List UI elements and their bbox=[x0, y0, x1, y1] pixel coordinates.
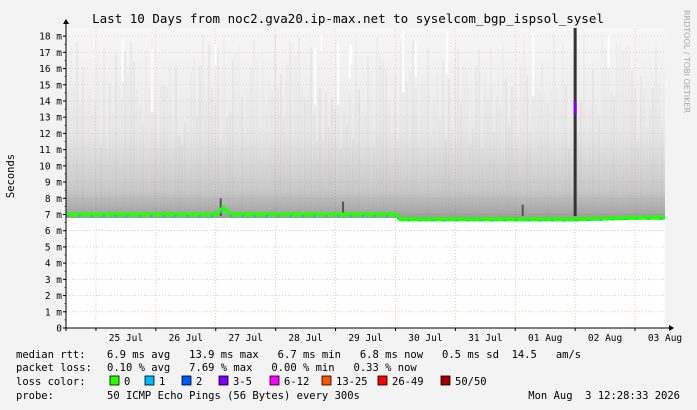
y-tick-label: 2 m bbox=[45, 291, 62, 302]
smoke-gap bbox=[214, 44, 217, 66]
loss-color-label: 0 bbox=[124, 376, 130, 388]
x-tick-labels: 25 Jul 26 Jul 27 Jul 28 Jul 29 Jul 30 Jul 31 J… bbox=[109, 333, 682, 344]
chart-title: Last 10 Days from noc2.gva20.ip-max.net … bbox=[92, 11, 604, 26]
x-tick-label: 27 Jul bbox=[229, 333, 263, 344]
x-tick-label: 28 Jul bbox=[288, 333, 322, 344]
loss-color-label: 26-49 bbox=[392, 376, 424, 388]
loss-color-label: 1 bbox=[159, 376, 165, 388]
loss-values: 0.10 % avg 7.69 % max 0.00 % min 0.33 % … bbox=[107, 362, 417, 374]
smoke-gap bbox=[320, 35, 323, 51]
loss-color-legend: 0 1 2 3-5 6-12 13-25 26-49 50/50 bbox=[109, 375, 487, 388]
y-tick-label: 15 m bbox=[39, 80, 62, 91]
x-axis-arrow bbox=[669, 325, 674, 331]
x-tick-label: 02 Aug bbox=[588, 333, 622, 344]
smokeping-graph: Last 10 Days from noc2.gva20.ip-max.net … bbox=[0, 0, 697, 410]
y-tick-label: 12 m bbox=[39, 129, 62, 140]
loss-color-label: 3-5 bbox=[233, 376, 252, 388]
probe-label: probe: bbox=[16, 390, 54, 402]
y-tick-labels: 0 1 m 2 m 3 m 4 m 5 m 6 m 7 m 8 m 9 m 10 m 11 m 12 m… bbox=[39, 32, 62, 335]
y-tick-label: 5 m bbox=[45, 242, 62, 253]
smoke-gap bbox=[414, 41, 417, 78]
y-axis-label: Seconds bbox=[5, 154, 17, 198]
loss-color-swatch bbox=[109, 375, 120, 386]
loss-color-swatch bbox=[181, 375, 192, 386]
y-tick-label: 18 m bbox=[39, 32, 62, 43]
loss-color-label: 50/50 bbox=[455, 376, 487, 388]
loss-color-swatch bbox=[321, 375, 332, 386]
y-tick-label: 7 m bbox=[45, 210, 62, 221]
y-tick-label: 4 m bbox=[45, 259, 62, 270]
loss-color-swatch bbox=[269, 375, 280, 386]
x-tick-label: 25 Jul bbox=[109, 333, 143, 344]
y-tick-label: 16 m bbox=[39, 64, 62, 75]
rtt-values: 6.9 ms avg 13.9 ms max 6.7 ms min 6.8 ms… bbox=[107, 349, 581, 361]
latency-chart: Last 10 Days from noc2.gva20.ip-max.net … bbox=[5, 10, 691, 402]
side-label: RRDTOOL / TOBI OETIKER bbox=[682, 10, 691, 113]
x-tick-label: 26 Jul bbox=[169, 333, 203, 344]
loss-color-label: 13-25 bbox=[336, 376, 368, 388]
smoke-gap bbox=[532, 33, 535, 97]
loss-color-label: 2 bbox=[196, 376, 202, 388]
timestamp: Mon Aug 3 12:28:33 2026 bbox=[528, 390, 680, 402]
y-tick-label: 10 m bbox=[39, 161, 62, 172]
x-tick-label: 30 Jul bbox=[408, 333, 442, 344]
smoke-gap bbox=[151, 49, 154, 113]
y-tick-label: 13 m bbox=[39, 113, 62, 124]
y-tick-label: 6 m bbox=[45, 226, 62, 237]
smoke-gap bbox=[445, 31, 448, 74]
smoke-gap bbox=[314, 48, 317, 105]
rtt-label: median rtt: bbox=[16, 349, 86, 361]
x-tick-label: 03 Aug bbox=[648, 333, 682, 344]
y-tick-label: 3 m bbox=[45, 275, 62, 286]
loss-color-swatch bbox=[218, 375, 229, 386]
y-tick-label: 9 m bbox=[45, 178, 62, 189]
smoke-gap bbox=[607, 34, 610, 68]
y-tick-label: 0 bbox=[56, 324, 62, 335]
x-tick-label: 01 Aug bbox=[528, 333, 562, 344]
y-tick-label: 17 m bbox=[39, 48, 62, 59]
smoke-gap bbox=[121, 39, 124, 82]
y-tick-label: 8 m bbox=[45, 194, 62, 205]
loss-color-label: 6-12 bbox=[284, 376, 309, 388]
smoke-gap bbox=[402, 30, 405, 93]
probe-values: 50 ICMP Echo Pings (56 Bytes) every 300s bbox=[107, 390, 360, 402]
y-tick-label: 11 m bbox=[39, 145, 62, 156]
loss-label: packet loss: bbox=[16, 362, 92, 374]
smoke-gap bbox=[337, 44, 340, 105]
x-tick-label: 29 Jul bbox=[348, 333, 382, 344]
y-tick-label: 14 m bbox=[39, 96, 62, 107]
x-tick-label: 31 Jul bbox=[468, 333, 502, 344]
y-tick-label: 1 m bbox=[45, 307, 62, 318]
loss-color-label: loss color: bbox=[16, 376, 86, 388]
smoke-gap bbox=[348, 44, 351, 79]
loss-color-swatch bbox=[144, 375, 155, 386]
y-axis-arrow bbox=[63, 19, 69, 24]
loss-color-swatch bbox=[440, 375, 451, 386]
loss-color-swatch bbox=[377, 375, 388, 386]
